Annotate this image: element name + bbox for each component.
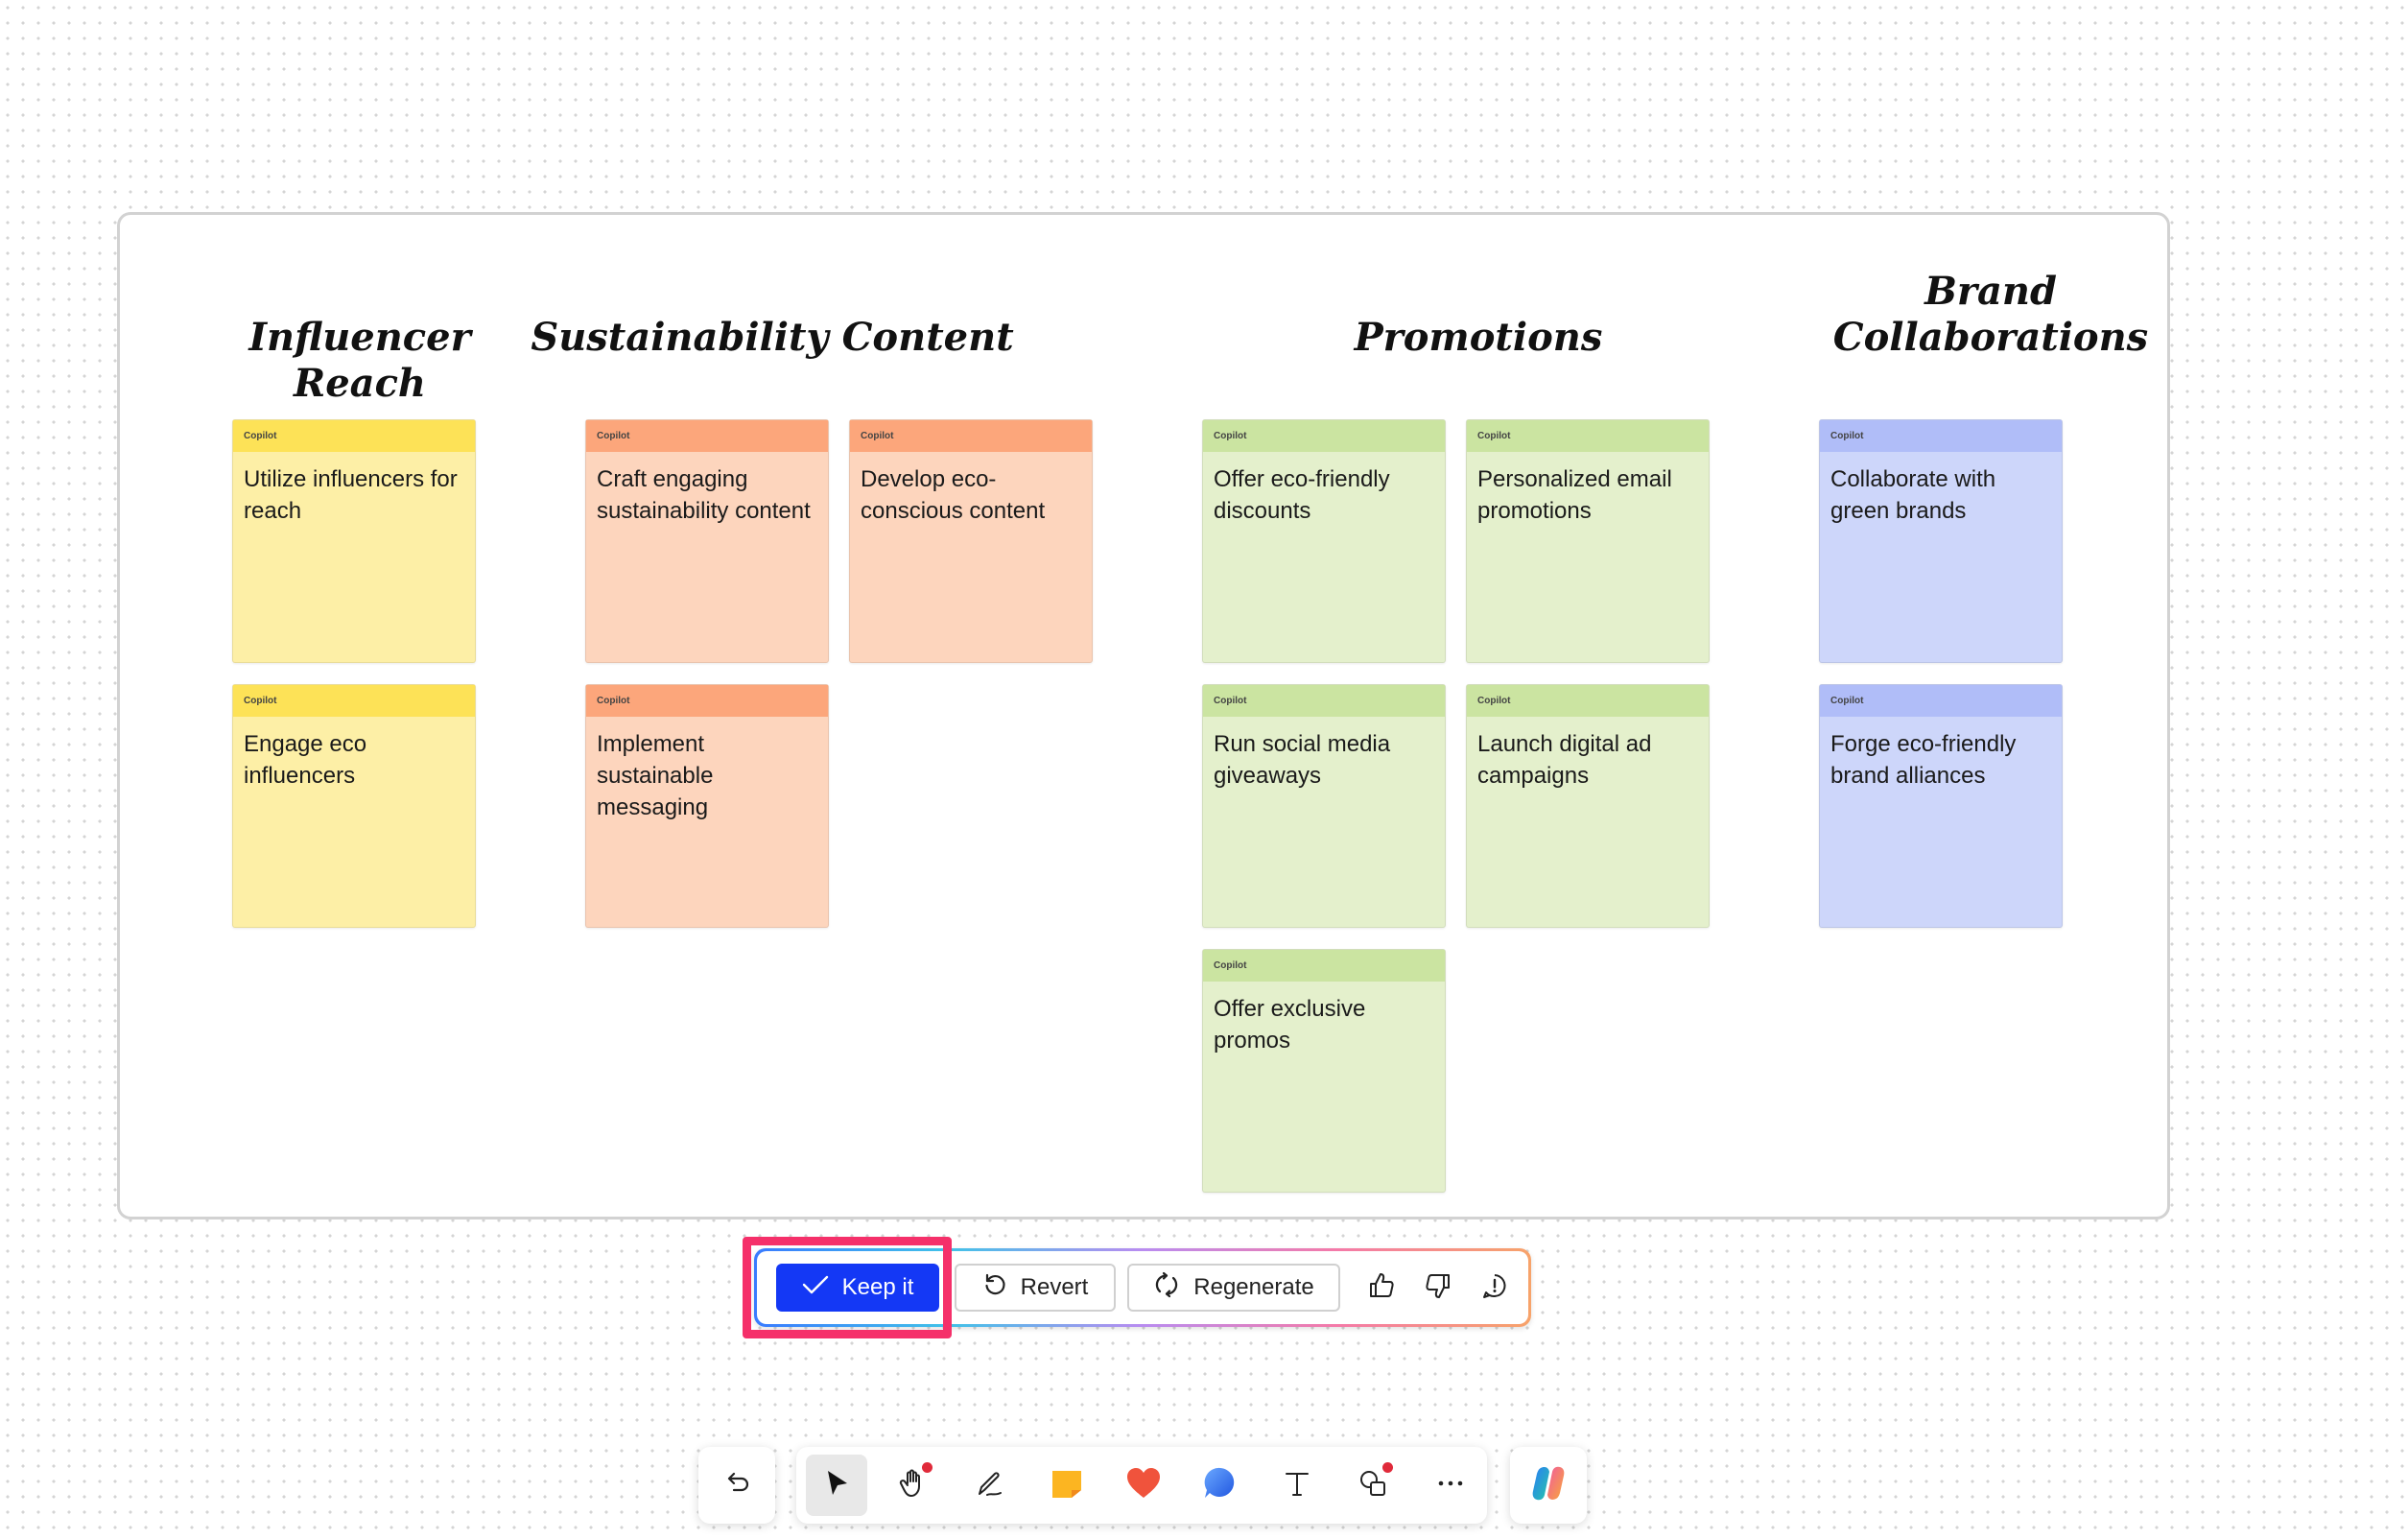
revert-button[interactable]: Revert (955, 1264, 1116, 1312)
text-icon (1281, 1467, 1313, 1504)
undo-icon (722, 1469, 751, 1503)
sticky-note[interactable]: Copilot Run social media giveaways (1202, 684, 1446, 928)
note-header: Copilot (233, 420, 475, 452)
note-text: Utilize influencers for reach (244, 466, 458, 524)
reaction-heart-icon (1124, 1465, 1163, 1506)
note-header: Copilot (1203, 420, 1445, 452)
regenerate-button[interactable]: Regenerate (1127, 1264, 1340, 1312)
note-header: Copilot (1467, 420, 1709, 452)
note-text: Collaborate with green brands (1830, 466, 1996, 524)
group-title-brand-collaborations: Brand Collaborations (1789, 269, 2192, 361)
copilot-toolbar (1510, 1447, 1587, 1524)
regenerate-label: Regenerate (1193, 1274, 1314, 1300)
note-text: Engage eco influencers (244, 731, 367, 789)
note-header: Copilot (586, 685, 828, 717)
shapes-tool[interactable] (1343, 1455, 1405, 1516)
sticky-note-icon (1049, 1465, 1085, 1506)
note-text: Offer eco-friendly discounts (1214, 466, 1390, 524)
sticky-note[interactable]: Copilot Engage eco influencers (232, 684, 476, 928)
thumbs-up-icon (1367, 1271, 1396, 1305)
thumbs-down-button[interactable] (1414, 1264, 1462, 1312)
feedback-icon (1480, 1271, 1509, 1305)
copilot-icon (1527, 1462, 1570, 1509)
note-text: Craft engaging sustainability content (597, 466, 811, 524)
undo-toolbar (698, 1447, 775, 1524)
sticky-note-tool[interactable] (1036, 1455, 1098, 1516)
note-header: Copilot (1203, 950, 1445, 982)
more-options-icon (1434, 1467, 1467, 1504)
note-text: Personalized email promotions (1477, 466, 1672, 524)
note-header: Copilot (1820, 420, 2062, 452)
note-header: Copilot (233, 685, 475, 717)
note-text: Launch digital ad campaigns (1477, 731, 1652, 789)
group-title-sustainability-content: Sustainability Content (523, 315, 1022, 361)
sticky-note[interactable]: Copilot Forge eco-friendly brand allianc… (1819, 684, 2063, 928)
sticky-note[interactable]: Copilot Personalized email promotions (1466, 419, 1710, 663)
notification-dot (1382, 1462, 1393, 1473)
main-toolbar (796, 1447, 1487, 1524)
sticky-note[interactable]: Copilot Offer eco-friendly discounts (1202, 419, 1446, 663)
group-title-text: Promotions (1354, 315, 1603, 360)
group-title-text: Influencer Reach (248, 315, 471, 406)
sticky-note[interactable]: Copilot Launch digital ad campaigns (1466, 684, 1710, 928)
note-header: Copilot (586, 420, 828, 452)
group-title-text: Sustainability Content (531, 315, 1014, 360)
text-tool[interactable] (1266, 1455, 1328, 1516)
sticky-note[interactable]: Copilot Utilize influencers for reach (232, 419, 476, 663)
copilot-action-bar: Keep it Revert Regenerate (754, 1248, 1531, 1327)
pen-tool[interactable] (959, 1455, 1021, 1516)
sticky-note[interactable]: Copilot Offer exclusive promos (1202, 949, 1446, 1193)
action-bar-body: Keep it Revert Regenerate (757, 1251, 1528, 1324)
sticky-note[interactable]: Copilot Craft engaging sustainability co… (585, 419, 829, 663)
group-title-text: Brand (1924, 269, 2057, 314)
copilot-button[interactable] (1518, 1455, 1579, 1516)
checkmark-icon (802, 1274, 829, 1302)
group-title-influencer-reach: Influencer Reach (177, 315, 542, 407)
sticky-note[interactable]: Copilot Develop eco-conscious content (849, 419, 1093, 663)
note-header: Copilot (1467, 685, 1709, 717)
thumbs-up-button[interactable] (1357, 1264, 1405, 1312)
group-title-text: Collaborations (1832, 315, 2149, 360)
regenerate-icon (1153, 1271, 1180, 1305)
note-text: Develop eco-conscious content (861, 466, 1046, 524)
board-frame[interactable]: Influencer Reach Sustainability Content … (117, 212, 2170, 1219)
group-title-promotions: Promotions (1258, 315, 1699, 361)
note-text: Implement sustainable messaging (597, 731, 714, 820)
notification-dot (922, 1462, 933, 1473)
sticky-note[interactable]: Copilot Collaborate with green brands (1819, 419, 2063, 663)
revert-label: Revert (1020, 1274, 1089, 1300)
note-header: Copilot (1820, 685, 2062, 717)
undo-arrow-icon (982, 1272, 1007, 1304)
sticky-note[interactable]: Copilot Implement sustainable messaging (585, 684, 829, 928)
keep-it-label: Keep it (841, 1274, 914, 1300)
select-tool[interactable] (806, 1455, 867, 1516)
more-options-tool[interactable] (1420, 1455, 1481, 1516)
thumbs-down-icon (1424, 1271, 1452, 1305)
note-text: Offer exclusive promos (1214, 996, 1366, 1054)
keep-it-button[interactable]: Keep it (776, 1264, 939, 1312)
select-pointer-icon (820, 1467, 853, 1504)
feedback-button[interactable] (1471, 1264, 1519, 1312)
note-header: Copilot (850, 420, 1092, 452)
comment-tool[interactable] (1190, 1455, 1251, 1516)
hand-tool[interactable] (883, 1455, 944, 1516)
comment-bubble-icon (1201, 1464, 1239, 1507)
undo-button[interactable] (706, 1455, 767, 1516)
reaction-tool[interactable] (1113, 1455, 1174, 1516)
note-header: Copilot (1203, 685, 1445, 717)
pen-icon (974, 1467, 1006, 1504)
note-text: Run social media giveaways (1214, 731, 1391, 789)
note-text: Forge eco-friendly brand alliances (1830, 731, 2017, 789)
